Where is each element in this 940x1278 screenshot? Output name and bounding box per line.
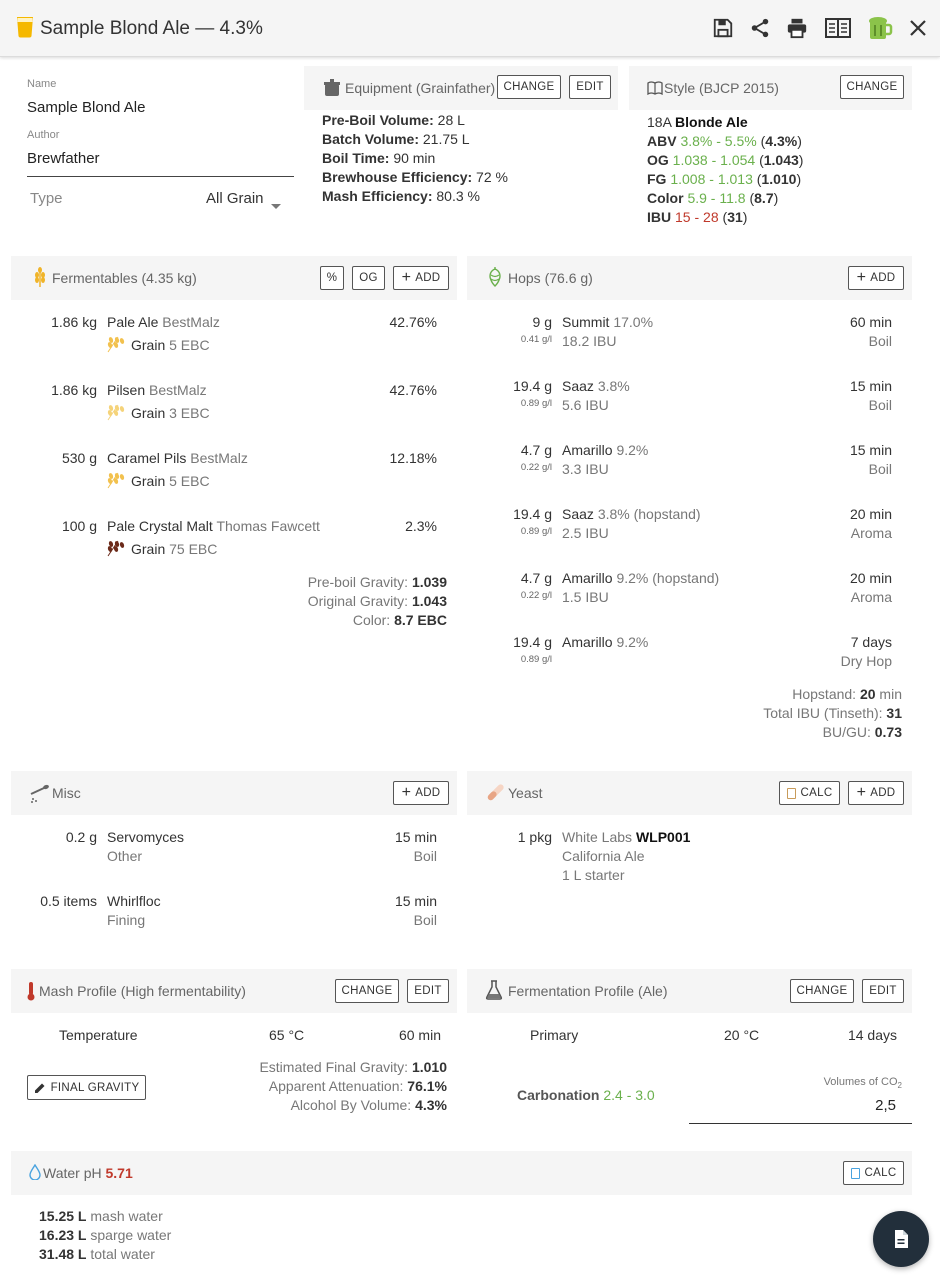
equipment-row: Mash Efficiency: 80.3 % — [322, 188, 480, 204]
print-icon[interactable] — [783, 14, 811, 42]
misc-header: Misc — [11, 771, 457, 815]
misc-add-button[interactable]: + ADD — [393, 781, 449, 805]
mash-title: Mash Profile (High fermentability) — [39, 983, 246, 999]
co2-volumes-input[interactable]: 2,5 — [760, 1097, 896, 1114]
style-fg-row: FG 1.008 - 1.013 (1.010) — [647, 171, 802, 187]
thermometer-icon — [26, 981, 36, 1004]
fermentables-header: Fermentables (4.35 kg) — [11, 256, 457, 300]
beer-mug-icon[interactable] — [866, 14, 894, 42]
open-book-icon — [647, 81, 663, 98]
grain-icon — [106, 539, 126, 560]
test-tube-icon — [485, 783, 505, 806]
name-field[interactable]: Sample Blond Ale — [27, 99, 145, 116]
style-og-row: OG 1.038 - 1.054 (1.043) — [647, 152, 804, 168]
type-select[interactable]: All Grain — [206, 190, 264, 207]
water-calc-button[interactable]: CALC — [843, 1161, 904, 1185]
save-icon[interactable] — [709, 14, 737, 42]
style-change-button[interactable]: CHANGE — [840, 75, 904, 99]
water-drop-icon — [29, 1163, 41, 1183]
grain-icon — [106, 471, 126, 492]
fermentation-change-button[interactable]: CHANGE — [790, 979, 854, 1003]
grain-icon — [106, 335, 126, 356]
plus-icon: + — [401, 269, 412, 286]
fermentation-edit-button[interactable]: EDIT — [862, 979, 904, 1003]
hops-header: Hops (76.6 g) — [467, 256, 912, 300]
hops-add-button[interactable]: + ADD — [848, 266, 904, 290]
water-row: 15.25 L mash water — [39, 1208, 163, 1224]
flask-icon — [485, 980, 503, 1003]
hop-cone-icon — [486, 267, 504, 290]
plus-icon: + — [856, 269, 867, 286]
yeast-add-button[interactable]: + ADD — [848, 781, 904, 805]
mash-edit-button[interactable]: EDIT — [407, 979, 449, 1003]
recipe-title: Sample Blond Ale — 4.3% — [40, 18, 263, 39]
type-label: Type — [30, 190, 63, 207]
author-underline — [27, 176, 294, 177]
hops-title: Hops (76.6 g) — [508, 270, 593, 286]
plus-icon: + — [856, 784, 867, 801]
mash-change-button[interactable]: CHANGE — [335, 979, 399, 1003]
yeast-calc-button[interactable]: CALC — [779, 781, 840, 805]
water-row: 31.48 L total water — [39, 1246, 155, 1262]
equipment-row: Pre-Boil Volume: 28 L — [322, 112, 465, 128]
share-icon[interactable] — [746, 14, 774, 42]
grain-icon — [106, 403, 126, 424]
document-icon — [893, 1229, 909, 1249]
close-icon[interactable] — [904, 14, 932, 42]
author-field[interactable]: Brewfather — [27, 150, 100, 167]
equipment-change-button[interactable]: CHANGE — [497, 75, 561, 99]
plus-icon: + — [401, 784, 412, 801]
kettle-icon — [322, 78, 342, 101]
book-icon[interactable] — [824, 14, 852, 42]
carbonation-label: Carbonation 2.4 - 3.0 — [517, 1087, 655, 1103]
final-gravity-button[interactable]: FINAL GRAVITY — [27, 1075, 146, 1100]
pencil-icon — [34, 1082, 46, 1094]
water-header: Water pH 5.71 — [11, 1151, 912, 1195]
misc-title: Misc — [52, 785, 81, 801]
fermentables-add-button[interactable]: + ADD — [393, 266, 449, 290]
style-color-row: Color 5.9 - 11.8 (8.7) — [647, 190, 779, 206]
author-label: Author — [27, 129, 60, 141]
water-title: Water pH 5.71 — [43, 1165, 133, 1181]
calculator-icon — [850, 1167, 860, 1179]
equipment-row: Batch Volume: 21.75 L — [322, 131, 470, 147]
style-name: 18A Blonde Ale — [647, 114, 748, 130]
equipment-row: Boil Time: 90 min — [322, 150, 436, 166]
equipment-row: Brewhouse Efficiency: 72 % — [322, 169, 508, 185]
co2-input-underline — [689, 1123, 912, 1124]
fermentables-title: Fermentables (4.35 kg) — [52, 270, 197, 286]
water-row: 16.23 L sparge water — [39, 1227, 172, 1243]
wheat-icon — [33, 267, 47, 290]
top-bar: Sample Blond Ale — 4.3% — [0, 0, 940, 57]
equipment-title: Equipment (Grainfather) — [345, 80, 496, 96]
fermentation-title: Fermentation Profile (Ale) — [508, 983, 668, 999]
spoon-icon — [28, 783, 50, 806]
new-document-button[interactable] — [873, 1211, 929, 1267]
name-label: Name — [27, 78, 57, 90]
yeast-header: Yeast — [467, 771, 912, 815]
co2-label: Volumes of CO2 — [823, 1076, 902, 1091]
style-ibu-row: IBU 15 - 28 (31) — [647, 209, 748, 225]
fermentables-og-button[interactable]: OG — [352, 266, 385, 290]
style-abv-row: ABV 3.8% - 5.5% (4.3%) — [647, 133, 802, 149]
fermentables-percent-button[interactable]: % — [320, 266, 344, 290]
equipment-edit-button[interactable]: EDIT — [569, 75, 611, 99]
style-title: Style (BJCP 2015) — [664, 80, 779, 96]
yeast-title: Yeast — [508, 785, 543, 801]
dropdown-arrow-icon[interactable] — [271, 197, 281, 213]
calculator-icon — [786, 787, 796, 799]
beer-glass-icon — [15, 16, 35, 41]
